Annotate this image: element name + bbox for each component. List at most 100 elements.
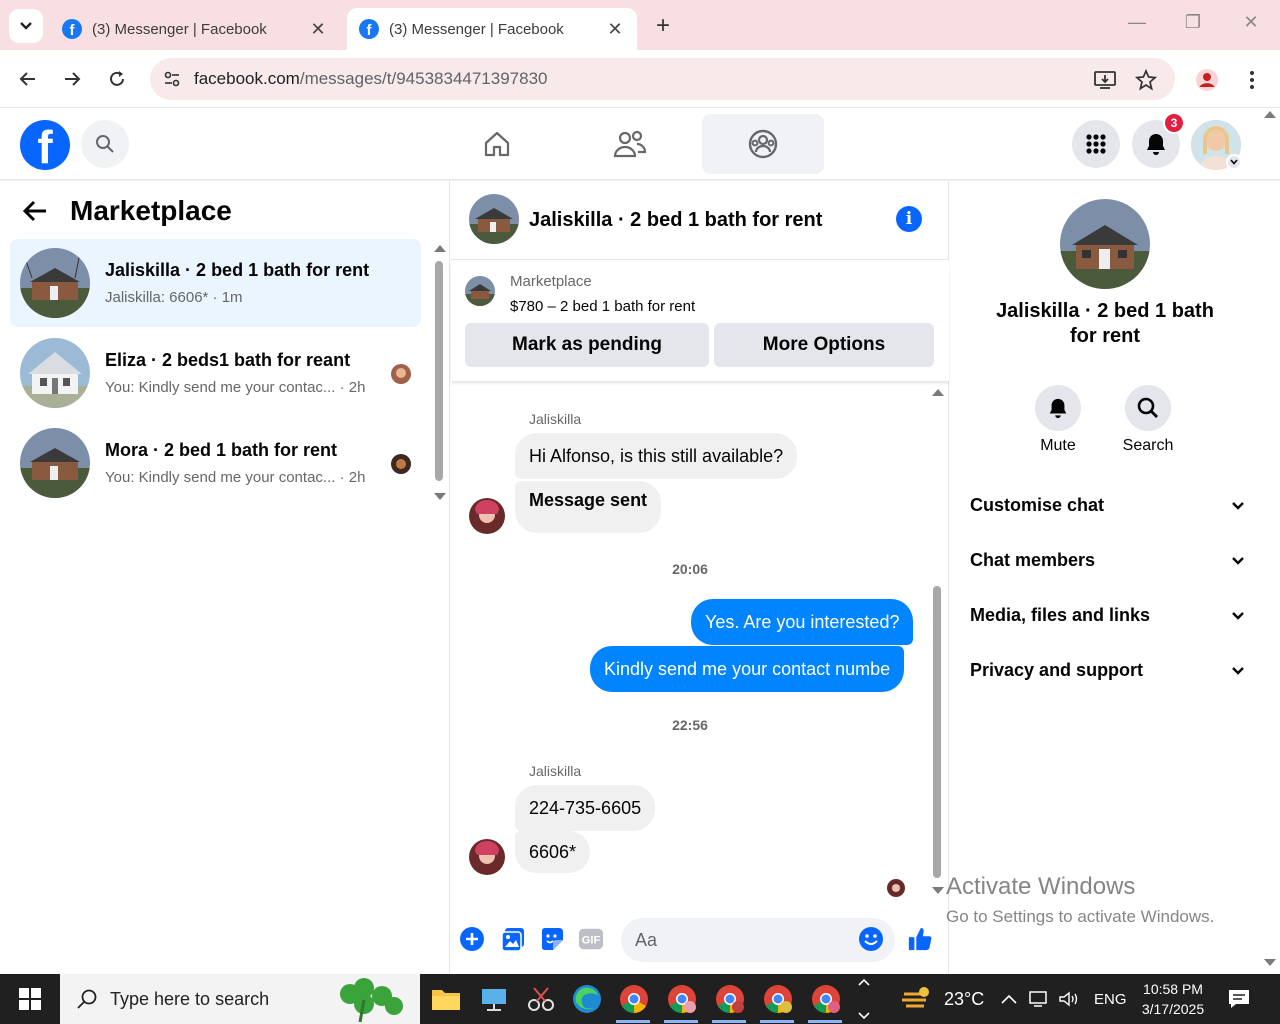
section-label: Media, files and links	[970, 605, 1151, 625]
like-button[interactable]	[907, 926, 933, 952]
file-explorer-icon[interactable]	[430, 983, 462, 1015]
input-language[interactable]: ENG	[1094, 991, 1127, 1008]
menu-button[interactable]	[1072, 120, 1120, 168]
close-window-button[interactable]: ✕	[1236, 12, 1266, 33]
nav-groups-tab[interactable]	[702, 114, 824, 174]
conversation-item-mora[interactable]: Mora · 2 bed 1 bath for rent You: Kindly…	[10, 419, 421, 507]
conversation-item-eliza[interactable]: Eliza · 2 beds1 bath for reant You: Kind…	[10, 329, 421, 417]
close-tab-icon[interactable]: ✕	[308, 19, 328, 40]
chrome-icon[interactable]	[618, 983, 650, 1015]
notifications-center-button[interactable]	[1228, 974, 1250, 1024]
timestamp: 22:56	[672, 717, 708, 733]
install-app-icon[interactable]	[1093, 68, 1117, 92]
taskbar-overflow-arrows[interactable]	[856, 978, 872, 1020]
browser-menu-icon[interactable]	[1240, 68, 1264, 92]
address-bar[interactable]: facebook.com/messages/t/9453834471397830	[150, 58, 1175, 100]
start-button[interactable]	[0, 974, 60, 1024]
url-text[interactable]: facebook.com/messages/t/9453834471397830	[194, 69, 1175, 89]
section-privacy-support[interactable]: Privacy and support	[970, 660, 1245, 681]
message-thread-scrollbar[interactable]	[932, 389, 944, 895]
incoming-message[interactable]: 224-735-6605	[515, 785, 656, 831]
sender-avatar[interactable]	[469, 498, 505, 534]
reload-button[interactable]	[102, 64, 132, 94]
sticker-button[interactable]	[539, 926, 565, 952]
conversation-name: Eliza · 2 beds1 bath for reant	[105, 350, 351, 370]
sender-avatar[interactable]	[469, 839, 505, 875]
chrome-profile-icon[interactable]	[810, 983, 842, 1015]
outgoing-message[interactable]: Kindly send me your contact numbe	[590, 646, 905, 692]
account-chevron-icon[interactable]	[1226, 154, 1242, 170]
incoming-message[interactable]: Hi Alfonso, is this still available?	[515, 433, 798, 479]
incoming-message[interactable]: 6606*	[515, 831, 591, 873]
conversation-avatar[interactable]	[1060, 199, 1150, 289]
section-label: Chat members	[970, 550, 1096, 570]
conversation-list-panel: Marketplace Jaliskilla · 2 bed 1 bath fo…	[0, 181, 450, 974]
taskbar-search-box[interactable]: Type here to search	[60, 974, 420, 1024]
conversation-preview: You: Kindly send me your contac... · 2h	[105, 379, 366, 396]
weather-widget[interactable]: 23°C	[900, 974, 984, 1024]
chat-title[interactable]: Jaliskilla · 2 bed 1 bath for rent	[529, 209, 822, 232]
search-in-conversation-action[interactable]: Search	[1108, 385, 1188, 455]
system-tray[interactable]: ENG	[1000, 974, 1127, 1024]
more-actions-button[interactable]	[459, 926, 485, 952]
listing-thumbnail[interactable]	[465, 276, 495, 306]
chrome-profile-icon[interactable]	[714, 983, 746, 1015]
section-media-files-links[interactable]: Media, files and links	[970, 605, 1245, 626]
tab-search-button[interactable]	[9, 9, 43, 43]
chat-avatar[interactable]	[469, 194, 519, 244]
listing-price[interactable]: $780 – 2 bed 1 bath for rent	[510, 298, 695, 315]
back-button[interactable]	[13, 64, 43, 94]
forward-button[interactable]	[57, 64, 87, 94]
mute-action[interactable]: Mute	[1018, 385, 1098, 455]
snipping-tool-icon[interactable]	[525, 983, 557, 1015]
close-tab-icon[interactable]: ✕	[605, 19, 625, 40]
page-scrollbar[interactable]	[1264, 111, 1276, 974]
conversation-item-jaliskilla[interactable]: Jaliskilla · 2 bed 1 bath for rent Jalis…	[10, 239, 421, 327]
site-info-icon[interactable]	[150, 70, 194, 88]
message-input[interactable]: Aa	[621, 918, 895, 962]
conversation-list-scrollbar[interactable]	[434, 245, 446, 507]
edge-browser-icon[interactable]	[571, 983, 603, 1015]
weather-icon	[902, 987, 929, 1008]
nav-friends-tab[interactable]	[569, 114, 691, 174]
more-options-button[interactable]: More Options	[714, 323, 934, 367]
nav-home-tab[interactable]	[436, 114, 558, 174]
mute-label: Mute	[1040, 437, 1076, 454]
emoji-button[interactable]	[858, 926, 884, 952]
home-icon	[484, 131, 510, 157]
remote-desktop-icon[interactable]	[478, 983, 510, 1015]
restore-button[interactable]: ❐	[1178, 12, 1208, 33]
gif-button[interactable]: GIF	[578, 926, 604, 952]
section-chat-members[interactable]: Chat members	[970, 550, 1245, 571]
mark-as-pending-button[interactable]: Mark as pending	[465, 323, 709, 367]
browser-tab-1[interactable]: f (3) Messenger | Facebook ✕	[50, 8, 340, 50]
shamrock-icon	[340, 978, 403, 1022]
minimize-button[interactable]: —	[1122, 12, 1152, 33]
windows-logo-icon	[19, 988, 41, 1010]
back-arrow-icon[interactable]	[22, 199, 48, 223]
search-facebook-button[interactable]	[81, 120, 129, 168]
smiley-icon	[859, 927, 883, 951]
attach-photo-button[interactable]	[500, 926, 526, 952]
incoming-message[interactable]: Message sent	[515, 481, 662, 533]
page-title: Marketplace	[70, 195, 232, 226]
conversation-name: Jaliskilla · 2 bed 1 bath for rent	[105, 260, 370, 280]
info-icon[interactable]: i	[896, 206, 922, 232]
outgoing-message[interactable]: Yes. Are you interested?	[691, 599, 914, 645]
chevron-up-icon	[858, 978, 870, 986]
browser-tab-2[interactable]: f (3) Messenger | Facebook ✕	[347, 8, 637, 50]
search-label: Search	[1122, 437, 1174, 454]
bookmark-star-icon[interactable]	[1134, 68, 1158, 92]
chrome-profile-icon[interactable]	[666, 983, 698, 1015]
new-tab-button[interactable]: +	[650, 12, 676, 40]
gif-icon: GIF	[578, 928, 604, 950]
section-customise-chat[interactable]: Customise chat	[970, 495, 1245, 516]
taskbar-clock[interactable]: 10:58 PM 3/17/2025	[1128, 979, 1218, 1019]
read-receipt-avatar	[887, 879, 905, 897]
plus-circle-icon	[460, 927, 484, 951]
profile-icon[interactable]	[1195, 68, 1219, 92]
svg-text:GIF: GIF	[582, 935, 601, 947]
chrome-profile-icon[interactable]	[762, 983, 794, 1015]
volume-icon	[1059, 991, 1078, 1007]
facebook-logo[interactable]: f	[20, 120, 70, 170]
